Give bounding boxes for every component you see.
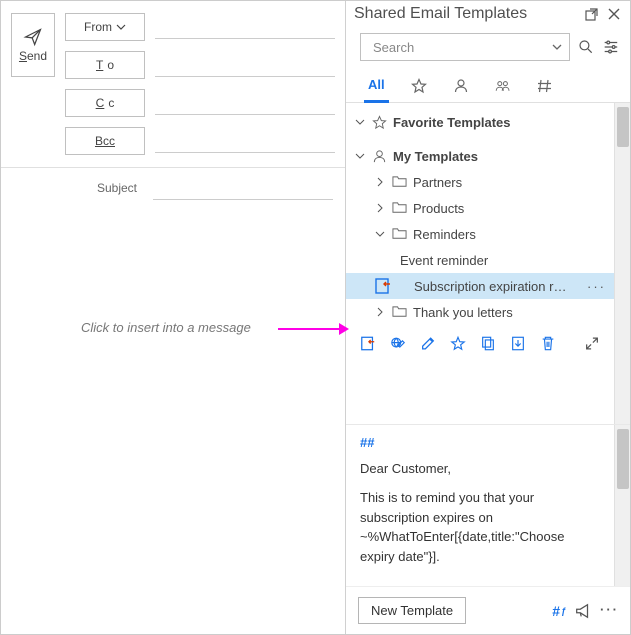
from-button[interactable]: From [65,13,145,41]
subject-label: Subject [13,181,143,195]
tab-all-label: All [368,77,385,92]
send-label: end [27,49,47,63]
bcc-button[interactable]: Bcc [65,127,145,155]
send-icon [23,27,43,47]
new-template-button[interactable]: New Template [358,597,466,624]
tree-label: Reminders [413,227,476,242]
cc-button[interactable]: Cc [65,89,145,117]
globe-edit-icon[interactable] [390,335,406,352]
popout-icon[interactable] [584,6,600,22]
folder-icon [392,175,407,188]
to-label: o [107,58,114,72]
item-more-icon[interactable]: ··· [587,279,606,294]
chevron-down-icon [355,151,365,161]
preview-body: This is to remind you that your subscrip… [360,488,600,566]
tab-team[interactable] [491,72,515,102]
annotation-text: Click to insert into a message [81,320,251,335]
insert-template-icon[interactable] [374,277,392,295]
template-action-bar [346,325,614,362]
from-input[interactable] [155,15,335,39]
compose-pane: Send From To Cc [1,1,346,634]
bcc-input[interactable] [155,129,335,153]
tree-section-favorites[interactable]: Favorite Templates [346,109,614,135]
tree-label: Products [413,201,464,216]
settings-sliders-icon[interactable] [602,37,620,57]
annotation-arrow [278,328,346,330]
panel-footer: New Template #ƒ ··· [346,586,630,634]
more-icon[interactable]: ··· [600,602,618,620]
preview-greeting: Dear Customer, [360,459,600,479]
chevron-right-icon [375,307,385,317]
preview-hash: ## [360,433,600,453]
tree-scrollbar[interactable] [614,103,630,424]
bcc-label: Bcc [95,134,115,148]
tree-label: Event reminder [400,253,488,268]
delete-icon[interactable] [540,335,556,352]
tab-all[interactable]: All [364,71,389,103]
chevron-right-icon [375,177,385,187]
chevron-down-icon [375,229,385,239]
export-icon[interactable] [510,335,526,352]
tree-item-subscription-reminder[interactable]: Subscription expiration remi... ··· [346,273,614,299]
hash-icon [537,78,553,94]
edit-icon[interactable] [420,335,436,352]
star-icon [372,115,387,130]
star-icon [411,78,427,94]
search-box[interactable] [360,33,570,61]
tree-item-event-reminder[interactable]: Event reminder [346,247,614,273]
copy-icon[interactable] [480,335,496,352]
chevron-down-icon[interactable] [551,41,563,53]
tab-hash[interactable] [533,72,557,102]
tree-label: Favorite Templates [393,115,511,130]
template-preview: ## Dear Customer, This is to remind you … [346,425,614,586]
close-icon[interactable] [606,6,622,22]
announce-icon[interactable] [574,602,592,620]
panel-title: Shared Email Templates [354,5,578,23]
tab-favorites[interactable] [407,72,431,102]
chevron-down-icon [116,22,126,32]
folder-icon [392,305,407,318]
hash-auto-icon[interactable]: #ƒ [552,603,566,619]
people-icon [495,78,511,94]
tree-label: My Templates [393,149,478,164]
folder-icon [392,227,407,240]
template-tree[interactable]: Favorite Templates My Templates Partners… [346,103,614,424]
cc-label: c [108,96,114,110]
tree-folder-products[interactable]: Products [346,195,614,221]
to-button[interactable]: To [65,51,145,79]
preview-scrollbar[interactable] [614,425,630,586]
person-icon [372,149,387,164]
to-input[interactable] [155,53,335,77]
tab-personal[interactable] [449,72,473,102]
send-button[interactable]: Send [11,13,55,77]
search-icon[interactable] [578,38,594,56]
expand-icon[interactable] [584,335,600,352]
insert-icon[interactable] [360,335,376,352]
scrollbar-thumb[interactable] [617,107,629,147]
tree-label: Thank you letters [413,305,513,320]
cc-input[interactable] [155,91,335,115]
tree-label: Partners [413,175,462,190]
tree-label: Subscription expiration remi... [414,279,572,294]
from-label: From [84,20,112,34]
tree-folder-partners[interactable]: Partners [346,169,614,195]
folder-icon [392,201,407,214]
tab-bar: All [346,65,630,103]
chevron-right-icon [375,203,385,213]
star-icon[interactable] [450,335,466,352]
chevron-down-icon [355,117,365,127]
templates-panel: Shared Email Templates All [346,1,630,634]
tree-folder-thank-you[interactable]: Thank you letters [346,299,614,325]
subject-input[interactable] [153,176,333,200]
person-icon [453,78,469,94]
tree-folder-reminders[interactable]: Reminders [346,221,614,247]
annotation-arrow-head [339,323,349,335]
tree-section-my-templates[interactable]: My Templates [346,143,614,169]
search-input[interactable] [371,39,551,56]
scrollbar-thumb[interactable] [617,429,629,489]
